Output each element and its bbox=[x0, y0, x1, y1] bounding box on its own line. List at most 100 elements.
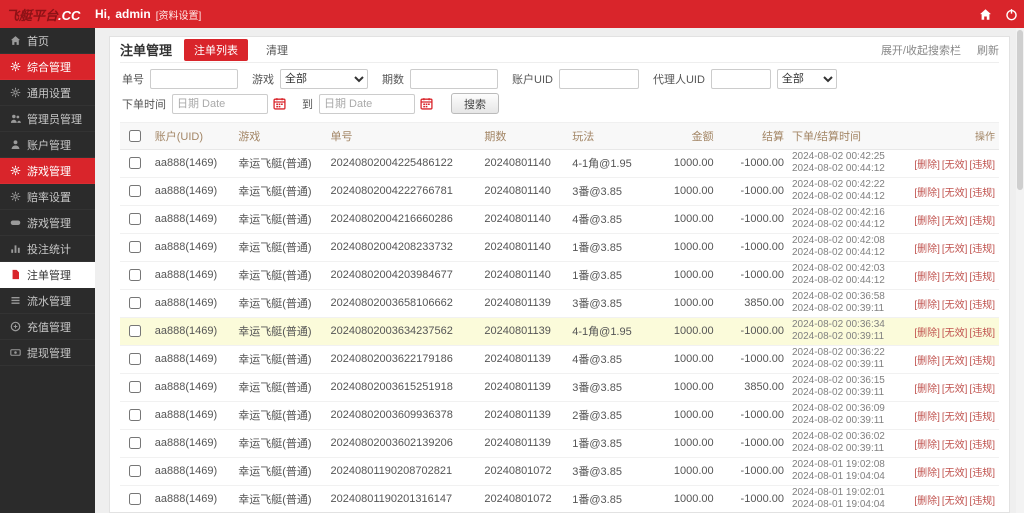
agent-uid-input[interactable] bbox=[710, 69, 771, 89]
delete-order-link[interactable]: [删除] bbox=[914, 272, 940, 283]
order-no-input[interactable] bbox=[150, 69, 238, 89]
sidebar-item-3[interactable]: 管理员管理 bbox=[0, 106, 95, 132]
row-checkbox[interactable] bbox=[129, 185, 142, 198]
cell-game: 幸运飞艇(普通) bbox=[234, 261, 327, 290]
settle-time: 2024-08-02 00:39:11 bbox=[791, 303, 885, 314]
sidebar-item-12[interactable]: 提现管理 bbox=[0, 340, 95, 366]
invalidate-order-link[interactable]: [无效] bbox=[942, 440, 968, 451]
row-checkbox[interactable] bbox=[129, 437, 142, 450]
sidebar-item-label: 首页 bbox=[27, 35, 49, 48]
sidebar-item-6[interactable]: 赔率设置 bbox=[0, 184, 95, 210]
logout-button[interactable] bbox=[998, 0, 1024, 28]
invalidate-order-link[interactable]: [无效] bbox=[942, 328, 968, 339]
delete-order-link[interactable]: [删除] bbox=[914, 188, 940, 199]
invalidate-order-link[interactable]: [无效] bbox=[942, 244, 968, 255]
sidebar-item-7[interactable]: 游戏管理 bbox=[0, 210, 95, 236]
mark-violation-link[interactable]: [违规] bbox=[969, 412, 995, 423]
cell-game: 幸运飞艇(普通) bbox=[234, 485, 327, 512]
invalidate-order-link[interactable]: [无效] bbox=[942, 160, 968, 171]
calendar-to-button[interactable] bbox=[417, 95, 435, 113]
mark-violation-link[interactable]: [违规] bbox=[969, 440, 995, 451]
sidebar-item-0[interactable]: 首页 bbox=[0, 28, 95, 54]
game-select[interactable]: 全部 bbox=[280, 69, 368, 89]
date-to-input[interactable] bbox=[319, 93, 415, 114]
row-checkbox[interactable] bbox=[129, 157, 142, 170]
row-checkbox[interactable] bbox=[129, 213, 142, 226]
row-checkbox[interactable] bbox=[129, 269, 142, 282]
delete-order-link[interactable]: [删除] bbox=[914, 244, 940, 255]
greeting-area: Hi, admin [资料设置] bbox=[95, 7, 201, 22]
delete-order-link[interactable]: [删除] bbox=[914, 440, 940, 451]
cell-account: aa888(1469) bbox=[150, 233, 235, 262]
invalidate-order-link[interactable]: [无效] bbox=[942, 468, 968, 479]
row-checkbox[interactable] bbox=[129, 409, 142, 422]
delete-order-link[interactable]: [删除] bbox=[914, 160, 940, 171]
cell-actions: [删除] [无效] [违规] bbox=[906, 485, 999, 512]
table-row: aa888(1469) 幸运飞艇(普通) 20240802004208233732 2… bbox=[120, 233, 999, 262]
cell-amount: 1000.00 bbox=[651, 429, 718, 458]
status-select[interactable]: 全部 bbox=[776, 69, 837, 89]
date-from-input[interactable] bbox=[172, 93, 268, 114]
cell-settle: -1000.00 bbox=[717, 401, 788, 430]
invalidate-order-link[interactable]: [无效] bbox=[942, 272, 968, 283]
table-row: aa888(1469) 幸运飞艇(普通) 20240802003615251918 2… bbox=[120, 373, 999, 402]
toggle-search-link[interactable]: 展开/收起搜索栏 bbox=[881, 42, 961, 58]
mark-violation-link[interactable]: [违规] bbox=[969, 272, 995, 283]
mark-violation-link[interactable]: [违规] bbox=[969, 160, 995, 171]
orders-tbody: aa888(1469) 幸运飞艇(普通) 20240802004225486122 2… bbox=[120, 149, 999, 512]
delete-order-link[interactable]: [删除] bbox=[914, 356, 940, 367]
mark-violation-link[interactable]: [违规] bbox=[969, 244, 995, 255]
sidebar-item-10[interactable]: 流水管理 bbox=[0, 288, 95, 314]
row-checkbox[interactable] bbox=[129, 353, 142, 366]
period-input[interactable] bbox=[410, 69, 498, 89]
search-button[interactable]: 搜索 bbox=[451, 93, 499, 114]
delete-order-link[interactable]: [删除] bbox=[914, 412, 940, 423]
mark-violation-link[interactable]: [违规] bbox=[969, 356, 995, 367]
sidebar-item-9[interactable]: 注单管理 bbox=[0, 262, 95, 288]
invalidate-order-link[interactable]: [无效] bbox=[942, 356, 968, 367]
delete-order-link[interactable]: [删除] bbox=[914, 216, 940, 227]
cell-game: 幸运飞艇(普通) bbox=[234, 289, 327, 318]
invalidate-order-link[interactable]: [无效] bbox=[942, 412, 968, 423]
mark-violation-link[interactable]: [违规] bbox=[969, 216, 995, 227]
profile-settings-link[interactable]: [资料设置] bbox=[156, 7, 202, 22]
scrollbar-thumb[interactable] bbox=[1017, 30, 1023, 190]
invalidate-order-link[interactable]: [无效] bbox=[942, 496, 968, 507]
row-checkbox[interactable] bbox=[129, 465, 142, 478]
mark-violation-link[interactable]: [违规] bbox=[969, 300, 995, 311]
row-checkbox[interactable] bbox=[129, 241, 142, 254]
invalidate-order-link[interactable]: [无效] bbox=[942, 188, 968, 199]
invalidate-order-link[interactable]: [无效] bbox=[942, 216, 968, 227]
mark-violation-link[interactable]: [违规] bbox=[969, 328, 995, 339]
tab-cleanup[interactable]: 清理 bbox=[256, 39, 298, 61]
sidebar-item-8[interactable]: 投注统计 bbox=[0, 236, 95, 262]
row-checkbox[interactable] bbox=[129, 493, 142, 506]
sidebar-item-4[interactable]: 账户管理 bbox=[0, 132, 95, 158]
refresh-link[interactable]: 刷新 bbox=[977, 42, 999, 58]
calendar-from-button[interactable] bbox=[270, 95, 288, 113]
home-button[interactable] bbox=[972, 0, 998, 28]
select-all-checkbox[interactable] bbox=[129, 129, 142, 142]
row-checkbox[interactable] bbox=[129, 381, 142, 394]
delete-order-link[interactable]: [删除] bbox=[914, 328, 940, 339]
row-checkbox[interactable] bbox=[129, 325, 142, 338]
account-uid-input[interactable] bbox=[558, 69, 639, 89]
cell-play: 3番@3.85 bbox=[568, 373, 652, 402]
scrollbar[interactable] bbox=[1016, 28, 1024, 513]
mark-violation-link[interactable]: [违规] bbox=[969, 468, 995, 479]
sidebar-item-11[interactable]: 充值管理 bbox=[0, 314, 95, 340]
mark-violation-link[interactable]: [违规] bbox=[969, 496, 995, 507]
mark-violation-link[interactable]: [违规] bbox=[969, 384, 995, 395]
delete-order-link[interactable]: [删除] bbox=[914, 468, 940, 479]
invalidate-order-link[interactable]: [无效] bbox=[942, 300, 968, 311]
delete-order-link[interactable]: [删除] bbox=[914, 384, 940, 395]
sidebar-item-2[interactable]: 通用设置 bbox=[0, 80, 95, 106]
mark-violation-link[interactable]: [违规] bbox=[969, 188, 995, 199]
delete-order-link[interactable]: [删除] bbox=[914, 496, 940, 507]
delete-order-link[interactable]: [删除] bbox=[914, 300, 940, 311]
invalidate-order-link[interactable]: [无效] bbox=[942, 384, 968, 395]
row-checkbox[interactable] bbox=[129, 297, 142, 310]
date-from-box bbox=[172, 93, 288, 114]
tab-order-list[interactable]: 注单列表 bbox=[184, 38, 249, 61]
column-header: 操作 bbox=[906, 123, 999, 150]
